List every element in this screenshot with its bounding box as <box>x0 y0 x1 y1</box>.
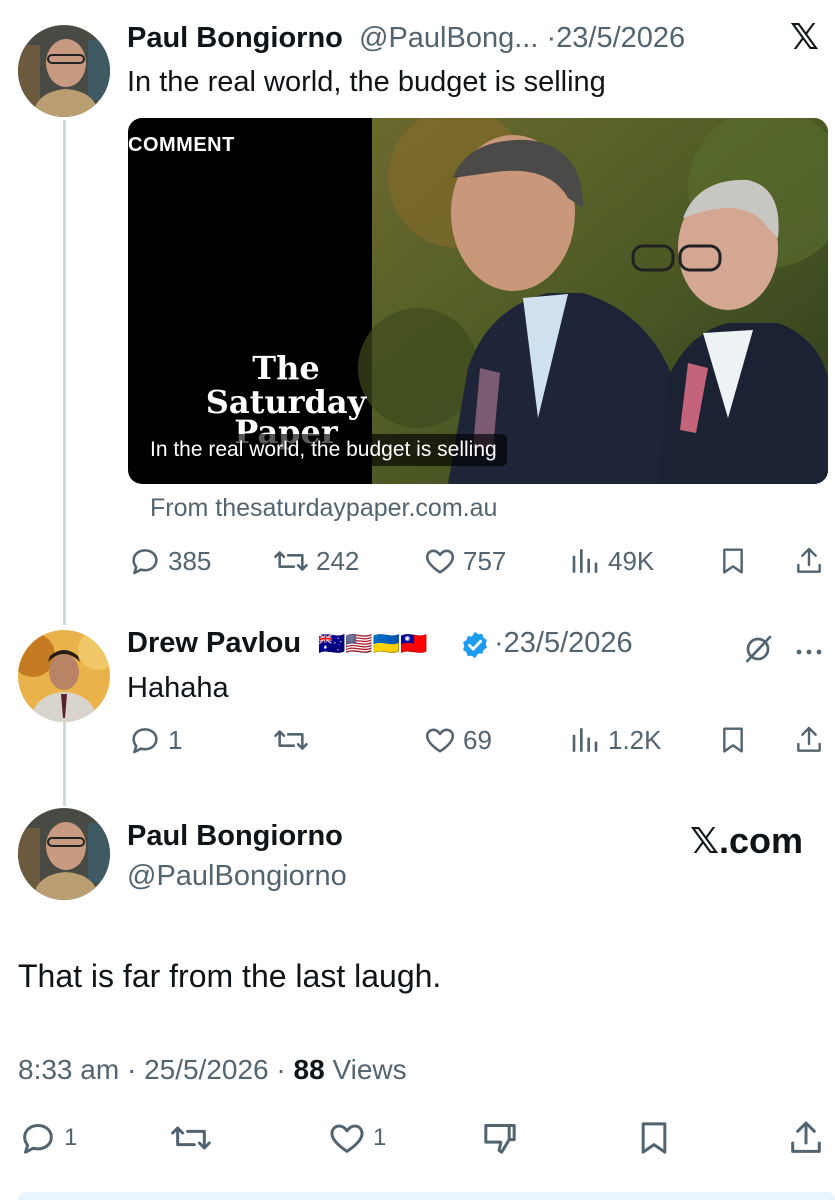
tweet2-author-name[interactable]: Drew Pavlou <box>127 627 301 660</box>
more-options-icon[interactable] <box>795 644 823 662</box>
grok-icon[interactable] <box>742 633 774 670</box>
views-icon <box>572 549 598 573</box>
main-bookmark-button[interactable] <box>634 1118 674 1158</box>
tweet2-views-count: 1.2K <box>608 724 662 755</box>
link-card[interactable]: COMMENT The Saturday Paper In the real w… <box>128 118 828 484</box>
tweet2-date-link[interactable]: ·23/5/2026 <box>494 627 633 660</box>
avatar-paul-bongiorno[interactable] <box>18 808 110 900</box>
main-share-button[interactable] <box>786 1118 826 1158</box>
tweet1-share-button[interactable] <box>793 544 825 578</box>
avatar-photo <box>18 25 110 117</box>
verified-badge-icon <box>460 630 490 665</box>
tweet1-repost-button[interactable]: 242 <box>272 544 359 578</box>
thread-connector-2 <box>63 718 66 806</box>
tweet2-flags: 🇦🇺🇺🇸🇺🇦🇹🇼 <box>318 631 428 656</box>
thread-connector-1 <box>63 120 66 625</box>
tweet1-text: In the real world, the budget is selling <box>127 66 606 98</box>
heart-icon <box>425 728 455 753</box>
main-handle[interactable]: @PaulBongiorno <box>127 860 347 893</box>
heart-icon <box>330 1124 364 1153</box>
tweet2-reply-count: 1 <box>168 724 183 755</box>
main-reply-count: 1 <box>64 1124 78 1151</box>
x-logo[interactable]: 𝕏 <box>790 16 819 58</box>
main-time[interactable]: 8:33 am <box>18 1054 119 1085</box>
main-tweet-meta: 8:33 am · 25/5/2026 · 88 Views <box>18 1054 407 1086</box>
tweet1-author-name[interactable]: Paul Bongiorno <box>127 22 343 55</box>
avatar-paul-bongiorno[interactable] <box>18 25 110 117</box>
tweet1-separator: · <box>546 22 557 54</box>
tweet2-share-button[interactable] <box>793 723 825 757</box>
share-icon <box>791 1121 821 1153</box>
tweet1-views-button[interactable]: 49K <box>570 544 654 578</box>
repost-icon <box>171 1126 211 1150</box>
main-views-count: 88 <box>293 1054 325 1085</box>
tweet1-views-count: 49K <box>608 545 655 576</box>
tweet2-repost-button[interactable] <box>272 723 310 757</box>
share-icon <box>797 726 821 752</box>
tweet2-text: Hahaha <box>127 672 229 704</box>
tweet2-views-button[interactable]: 1.2K <box>570 723 662 757</box>
repost-icon <box>274 730 308 750</box>
avatar-drew-pavlou[interactable] <box>18 630 110 722</box>
main-separator-2: · <box>276 1054 286 1085</box>
tweet1-reply-count: 385 <box>168 545 212 576</box>
main-tweet-text: That is far from the last laugh. <box>18 958 442 994</box>
main-author-name[interactable]: Paul Bongiorno <box>127 820 343 853</box>
main-like-button[interactable]: 1 <box>327 1118 386 1158</box>
tweet1-date[interactable]: 23/5/2026 <box>556 22 685 54</box>
tweet2-bookmark-button[interactable] <box>717 723 749 757</box>
reply-composer-edge <box>18 1192 835 1200</box>
tweet1-repost-count: 242 <box>316 545 360 576</box>
main-reply-button[interactable]: 1 <box>18 1118 77 1158</box>
tweet2-separator: · <box>494 627 504 659</box>
reply-icon <box>23 1124 53 1154</box>
avatar-photo <box>18 808 110 900</box>
card-caption: In the real world, the budget is selling <box>140 434 507 466</box>
tweet1-handle[interactable]: @PaulBong... ·23/5/2026 <box>359 22 685 55</box>
views-icon <box>572 728 598 752</box>
card-source[interactable]: From thesaturdaypaper.com.au <box>150 494 497 523</box>
main-date[interactable]: 25/5/2026 <box>144 1054 269 1085</box>
repost-icon <box>274 551 308 571</box>
reply-icon <box>132 549 158 575</box>
card-tag: COMMENT <box>128 134 235 156</box>
tweet2-like-count: 69 <box>463 724 492 755</box>
x-com-brand[interactable]: 𝕏.com <box>690 820 803 862</box>
bookmark-icon <box>723 727 743 753</box>
main-like-count: 1 <box>373 1124 387 1151</box>
tweet1-like-count: 757 <box>463 545 507 576</box>
share-icon <box>797 547 821 573</box>
heart-icon <box>425 549 455 574</box>
tweet1-handle-text[interactable]: @PaulBong... <box>359 22 538 54</box>
reply-icon <box>132 728 158 754</box>
bookmark-icon <box>723 548 743 574</box>
tweet1-reply-button[interactable]: 385 <box>128 544 211 578</box>
tweet1-bookmark-button[interactable] <box>717 544 749 578</box>
avatar-photo <box>18 630 110 722</box>
bookmark-icon <box>641 1122 667 1154</box>
thumbs-down-icon <box>484 1124 516 1154</box>
main-separator-1: · <box>126 1054 137 1085</box>
main-downvote-button[interactable] <box>480 1118 520 1158</box>
tweet2-reply-button[interactable]: 1 <box>128 723 182 757</box>
tweet2-date[interactable]: 23/5/2026 <box>504 627 633 659</box>
main-repost-button[interactable] <box>168 1118 214 1158</box>
main-views-label: Views <box>332 1054 407 1085</box>
tweet2-like-button[interactable]: 69 <box>423 723 492 757</box>
tweet1-like-button[interactable]: 757 <box>423 544 506 578</box>
card-logo-line1: The <box>252 349 320 387</box>
